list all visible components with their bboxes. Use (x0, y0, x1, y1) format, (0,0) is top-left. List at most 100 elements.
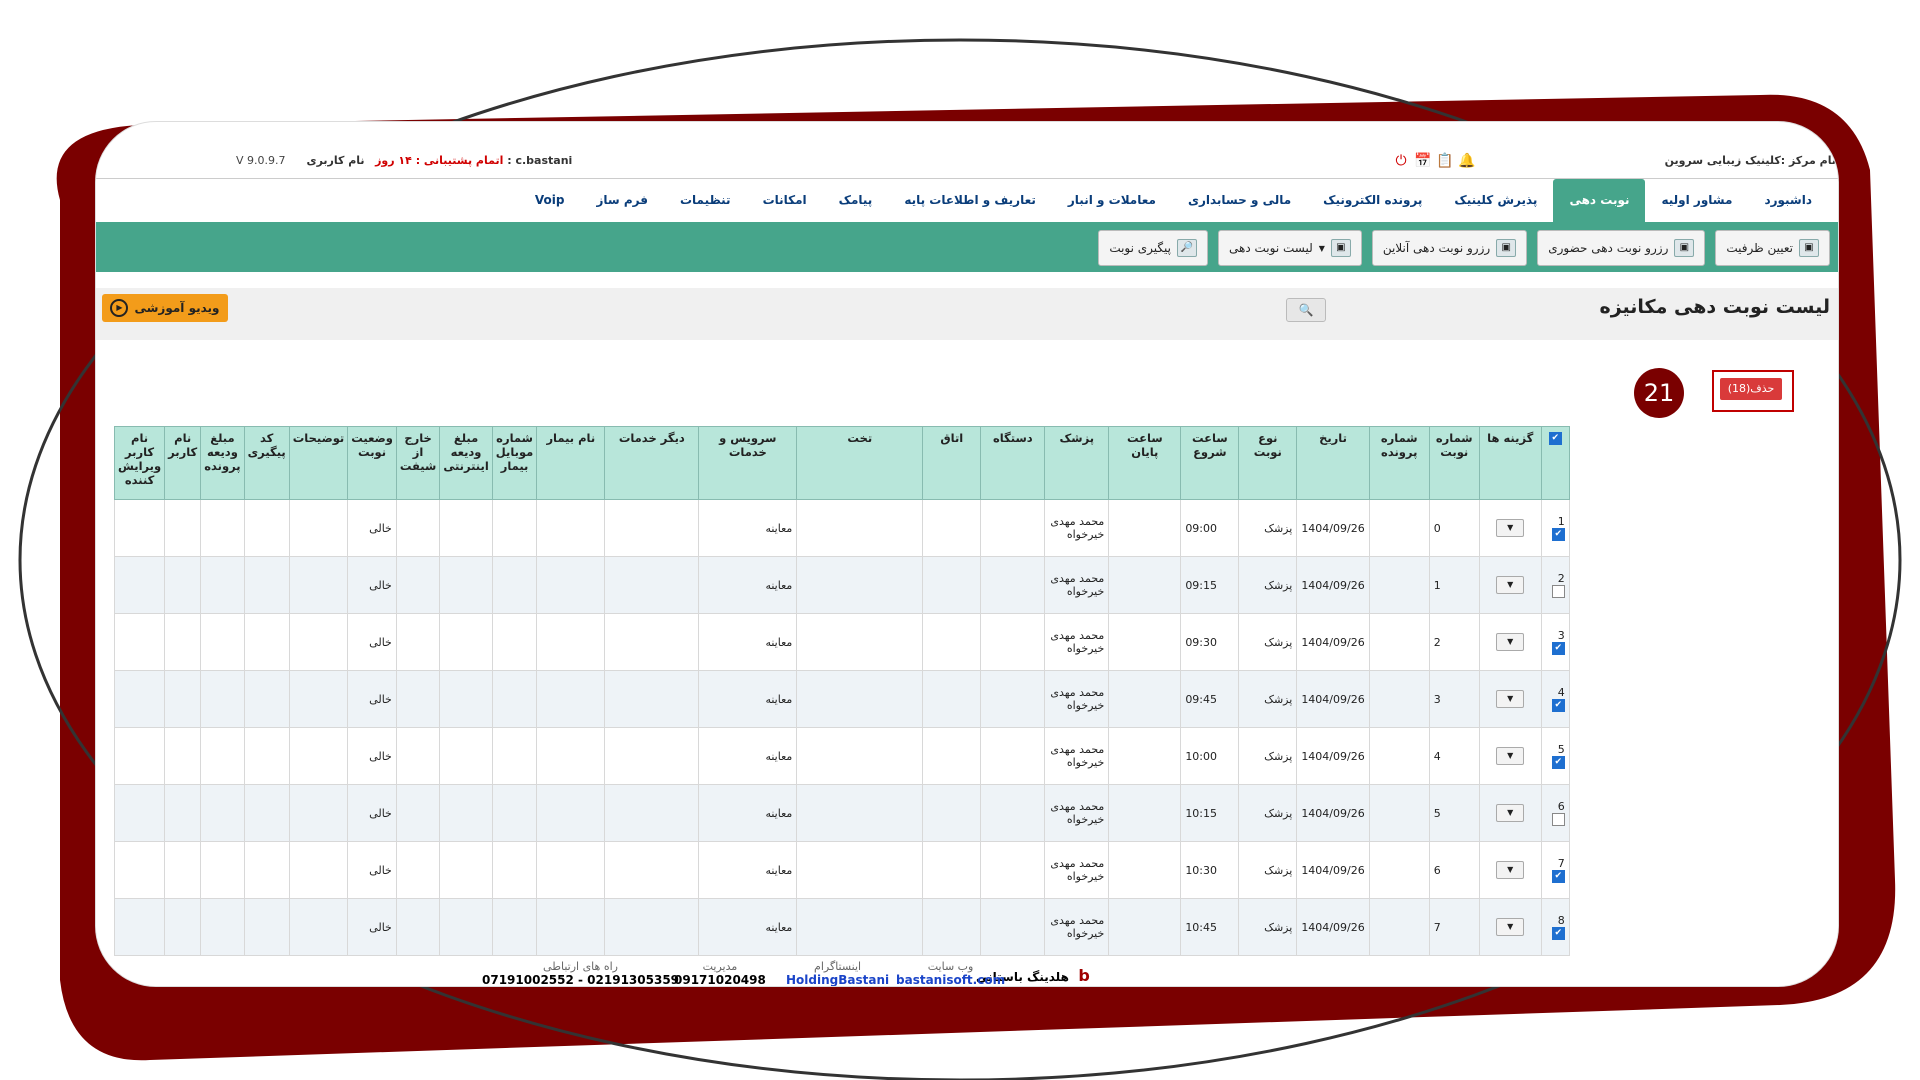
subnav-button[interactable]: رزرو نوبت دهی آنلاین ▣ (1371, 230, 1528, 266)
row-options-dropdown[interactable]: ▼ (1496, 690, 1525, 708)
column-header: دستگاه (980, 426, 1046, 500)
table-cell (439, 727, 493, 785)
table-cell: 5 ✔ (1540, 727, 1570, 785)
nav-item[interactable]: تعاریف و اطلاعات پایه (888, 179, 1052, 223)
table-cell (439, 670, 493, 728)
select-all-checkbox[interactable]: ✔ (1548, 432, 1562, 445)
row-checkbox[interactable] (1551, 585, 1565, 599)
table-cell: ▼ (1478, 898, 1542, 956)
contact-label: راه های ارتباطی (543, 960, 618, 973)
notes-icon[interactable]: 📋 (1436, 152, 1454, 170)
bell-icon[interactable]: 🔔 (1458, 152, 1476, 170)
row-index: 6 (1557, 799, 1565, 813)
subnav-button[interactable]: لیست نوبت دهی ▼ ▣ (1218, 230, 1362, 266)
nav-item[interactable]: مشاور اولیه (1645, 179, 1748, 223)
table-cell (113, 499, 166, 557)
table-cell: 0 (1428, 499, 1480, 557)
column-header[interactable]: ✔ (1540, 426, 1570, 500)
table-cell: 1404/09/26 (1296, 556, 1370, 614)
row-options-dropdown[interactable]: ▼ (1496, 519, 1525, 537)
calendar-icon[interactable]: 📅 (1414, 152, 1432, 170)
column-header: پزشک (1044, 426, 1110, 500)
nav-item[interactable]: پیامک (823, 179, 889, 223)
table-cell (395, 727, 441, 785)
row-options-dropdown[interactable]: ▼ (1496, 747, 1525, 765)
row-checkbox[interactable]: ✔ (1551, 642, 1565, 656)
step-badge: 21 (1634, 368, 1684, 418)
delete-button[interactable]: حذف(18) (1720, 378, 1782, 400)
table-cell: 8 ✔ (1540, 898, 1570, 956)
instagram-link[interactable]: HoldingBastani (786, 973, 889, 986)
row-index: 4 (1557, 685, 1565, 699)
table-cell (243, 670, 290, 728)
power-icon[interactable]: ⏻ (1392, 152, 1410, 170)
table-cell (439, 898, 493, 956)
video-tutorial-label: ویدیو آموزشی (134, 301, 220, 315)
row-index: 1 (1557, 514, 1565, 528)
table-row[interactable]: 5 ✔ ▼ 4 1404/09/26 پزشک 10:00 محمد مهدی خیرخوا… (113, 727, 1570, 785)
appointments-table: ✔ گزینه ها شماره نوبت شماره پرونده تاریخ نوع … (113, 426, 1570, 956)
column-header: وضعیت نوبت (347, 426, 397, 500)
table-cell (536, 727, 606, 785)
video-tutorial-button[interactable]: ▶ ویدیو آموزشی (102, 294, 228, 322)
table-cell: خالی (347, 670, 397, 728)
table-row[interactable]: 4 ✔ ▼ 3 1404/09/26 پزشک 09:45 محمد مهدی خیرخوا… (113, 670, 1570, 728)
table-row[interactable]: 2 ▼ 1 1404/09/26 پزشک 09:15 محمد مهدی خیرخواه… (113, 556, 1570, 614)
nav-item[interactable]: مالی و حسابداری (1172, 179, 1307, 223)
table-cell: خالی (347, 727, 397, 785)
table-row[interactable]: 7 ✔ ▼ 6 1404/09/26 پزشک 10:30 محمد مهدی خیرخوا… (113, 841, 1570, 899)
table-cell: پزشک (1238, 784, 1298, 842)
table-cell (164, 670, 202, 728)
subnav-button[interactable]: پیگیری نوبت 🔎 (1098, 230, 1209, 266)
table-row[interactable]: 3 ✔ ▼ 2 1404/09/26 پزشک 09:30 محمد مهدی خیرخوا… (113, 613, 1570, 671)
row-options-dropdown[interactable]: ▼ (1496, 576, 1525, 594)
nav-item[interactable]: فرم ساز (580, 179, 664, 223)
nav-item[interactable]: Voip (519, 179, 581, 223)
row-checkbox[interactable]: ✔ (1551, 870, 1565, 884)
nav-item[interactable]: داشبورد (1748, 179, 1828, 223)
row-checkbox[interactable]: ✔ (1551, 699, 1565, 713)
row-checkbox[interactable]: ✔ (1551, 528, 1565, 542)
table-cell (1108, 727, 1182, 785)
table-cell: محمد مهدی خیرخواه (1044, 727, 1110, 785)
table-cell: خالی (347, 613, 397, 671)
row-options-dropdown[interactable]: ▼ (1496, 861, 1525, 879)
row-index: 5 (1557, 742, 1565, 756)
table-row[interactable]: 1 ✔ ▼ 0 1404/09/26 پزشک 09:00 محمد مهدی خیرخوا… (113, 499, 1570, 557)
nav-item[interactable]: معاملات و انبار (1052, 179, 1172, 223)
nav-item[interactable]: تنظیمات (664, 179, 747, 223)
table-row[interactable]: 8 ✔ ▼ 7 1404/09/26 پزشک 10:45 محمد مهدی خیرخوا… (113, 898, 1570, 956)
row-checkbox[interactable]: ✔ (1551, 756, 1565, 770)
table-cell: پزشک (1238, 670, 1298, 728)
row-checkbox[interactable]: ✔ (1551, 927, 1565, 941)
column-header: نام کاربر (164, 426, 202, 500)
table-row[interactable]: 6 ▼ 5 1404/09/26 پزشک 10:15 محمد مهدی خیرخواه… (113, 784, 1570, 842)
table-cell (536, 784, 606, 842)
search-button[interactable]: 🔍 (1286, 298, 1326, 322)
table-cell (980, 499, 1046, 557)
table-cell: محمد مهدی خیرخواه (1044, 670, 1110, 728)
subnav-button[interactable]: تعیین ظرفیت ▣ (1715, 230, 1830, 266)
column-header: کد پیگیری (243, 426, 290, 500)
table-cell: 1404/09/26 (1296, 670, 1370, 728)
column-header: مبلغ ودیعه اینترنتی (439, 426, 493, 500)
subnav-button[interactable]: رزرو نوبت دهی حضوری ▣ (1537, 230, 1706, 266)
table-cell (113, 556, 166, 614)
row-checkbox[interactable] (1551, 813, 1565, 827)
row-options-dropdown[interactable]: ▼ (1496, 918, 1525, 936)
row-options-dropdown[interactable]: ▼ (1496, 633, 1525, 651)
nav-item[interactable]: پذیرش کلینیک (1438, 179, 1553, 223)
table-cell: پزشک (1238, 556, 1298, 614)
column-header: مبلغ ودیعه پرونده (200, 426, 245, 500)
column-header: شماره نوبت (1428, 426, 1480, 500)
nav-item[interactable]: پرونده الکترونیک (1307, 179, 1438, 223)
footer-contact: راه های ارتباطی 07191002552 - 0219130535… (482, 960, 679, 986)
website-link[interactable]: bastanisoft.com (896, 973, 1005, 986)
table-cell (288, 784, 349, 842)
table-cell: ▼ (1478, 670, 1542, 728)
nav-item[interactable]: امکانات (747, 179, 823, 223)
table-cell: 10:45 (1180, 898, 1240, 956)
table-cell: ▼ (1478, 613, 1542, 671)
nav-item[interactable]: نوبت دهی (1553, 179, 1646, 223)
row-options-dropdown[interactable]: ▼ (1496, 804, 1525, 822)
